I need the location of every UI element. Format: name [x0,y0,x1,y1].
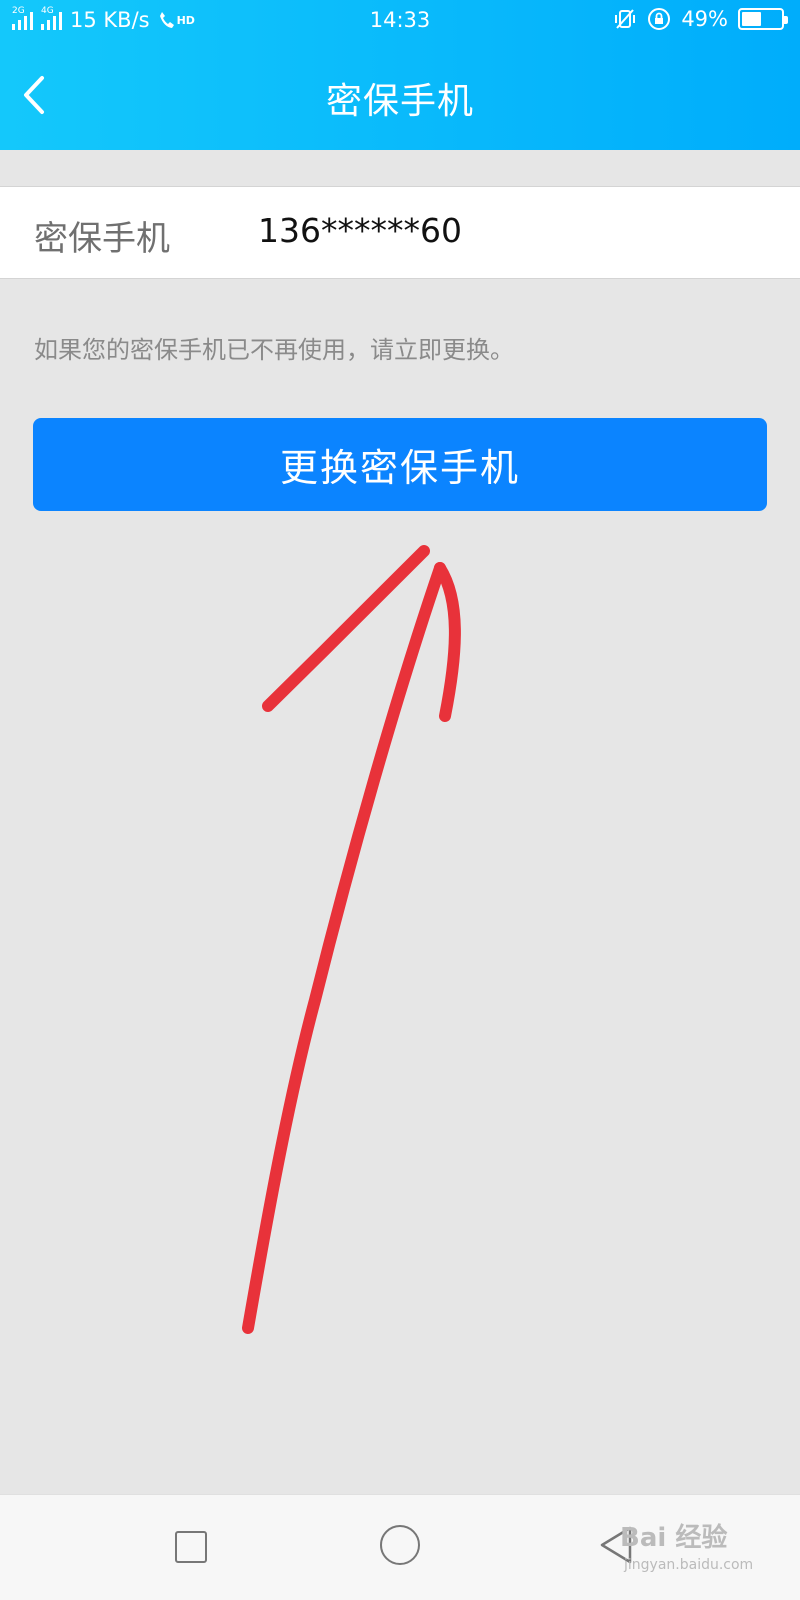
home-icon[interactable] [380,1525,420,1565]
vibrate-icon [615,9,636,29]
replace-hint-text: 如果您的密保手机已不再使用，请立即更换。 [34,336,514,364]
watermark-url: jingyan.baidu.com [624,1557,754,1573]
recent-apps-icon[interactable] [175,1531,207,1563]
security-phone-row: 密保手机 136******60 [0,186,800,279]
battery-icon [738,8,788,30]
system-nav-bar: Bai 经验 jingyan.baidu.com [0,1494,800,1600]
status-bar: 2G 4G 15 KB/s HD 14:33 49% [0,0,800,42]
app-header: 2G 4G 15 KB/s HD 14:33 49% 密保手机 [0,0,800,150]
battery-percent: 49% [681,7,728,31]
security-phone-value: 136******60 [258,211,462,250]
page-title: 密保手机 [325,81,474,122]
battery-fill [742,12,761,26]
rotation-lock-icon [648,8,671,30]
security-phone-label: 密保手机 [34,219,170,259]
baidu-jingyan-watermark: Bai 经验 [620,1523,728,1553]
screen: 2G 4G 15 KB/s HD 14:33 49% 密保手机 密保手机 136… [0,0,800,1600]
status-right: 49% [613,7,788,31]
change-security-phone-button[interactable]: 更换密保手机 [33,418,767,511]
